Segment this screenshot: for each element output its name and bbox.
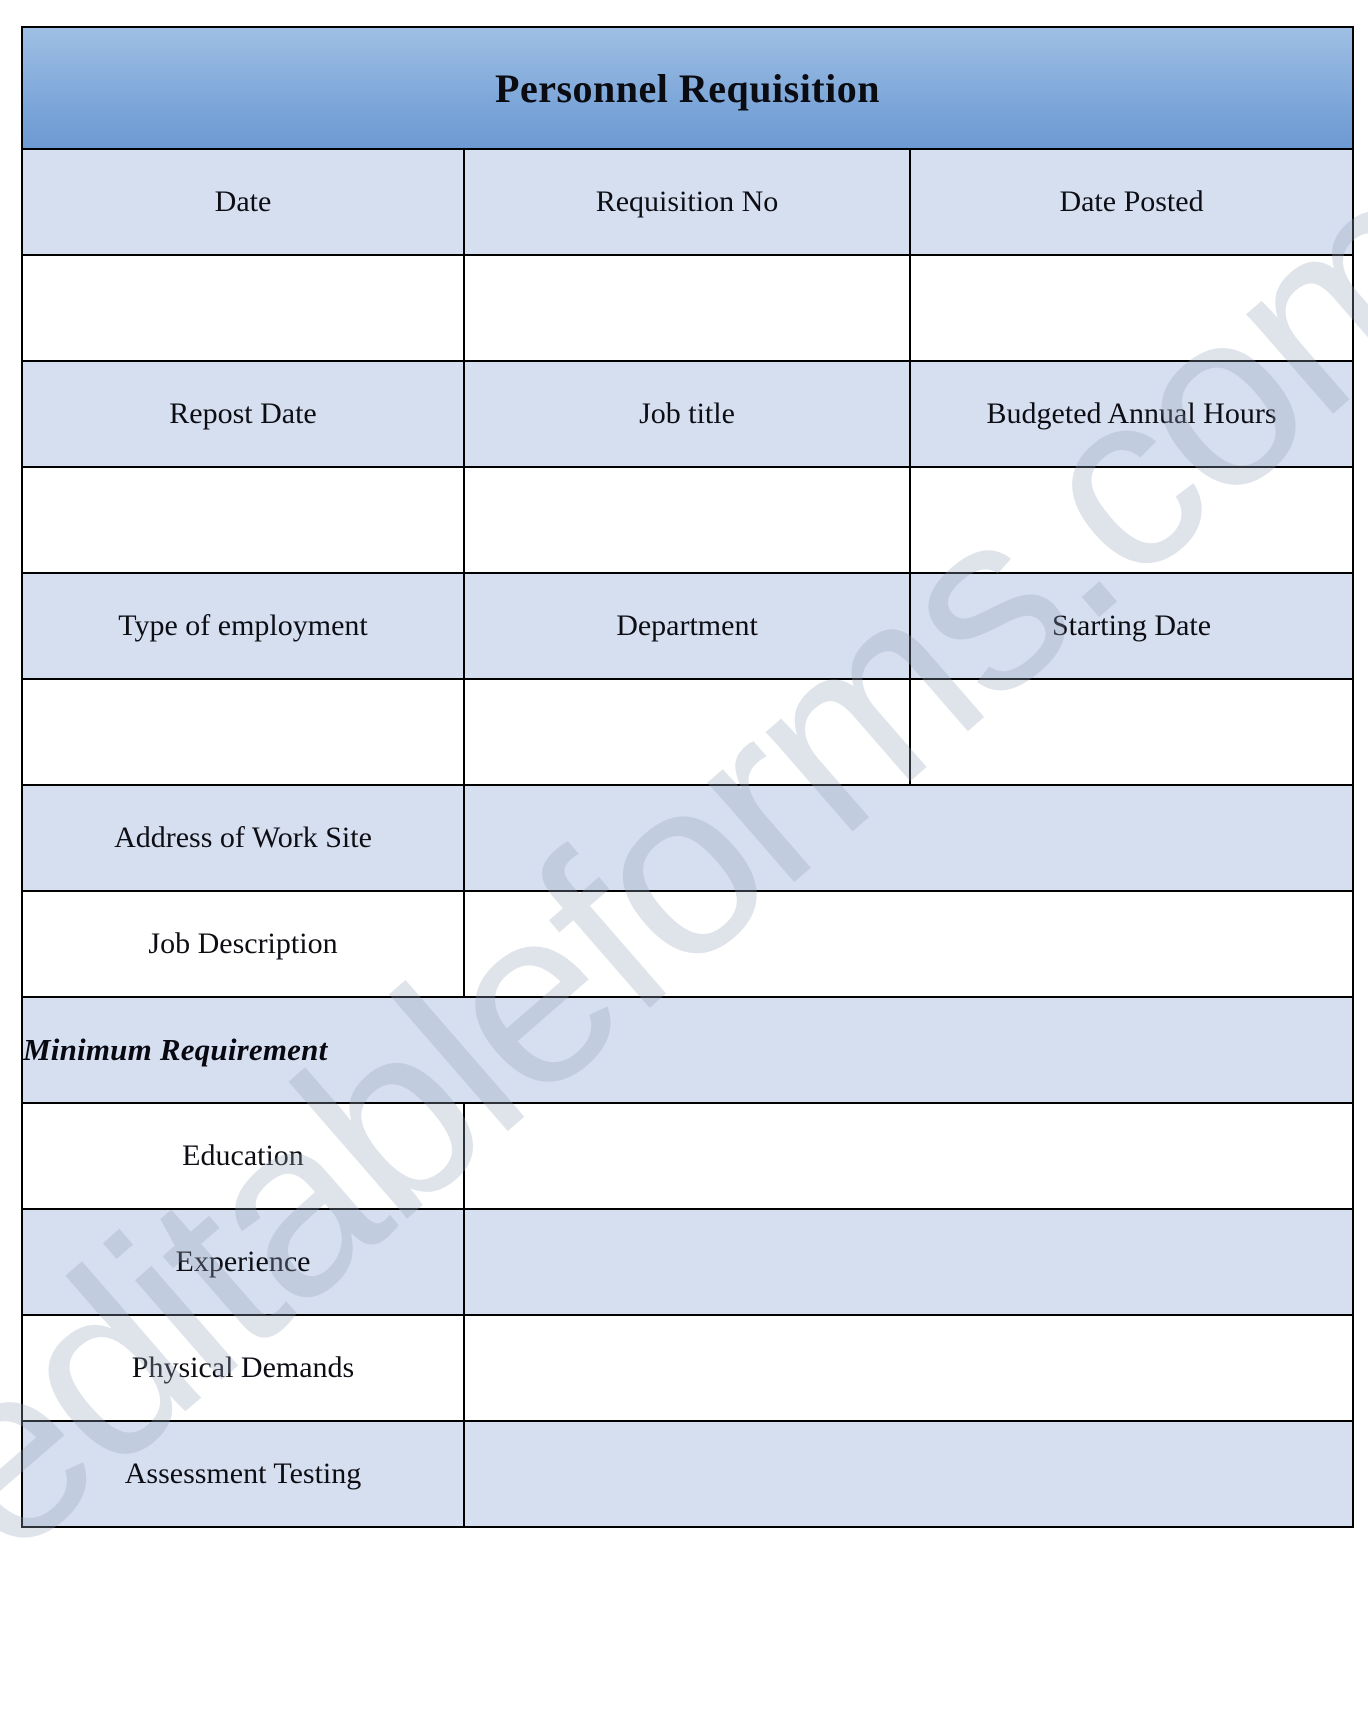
label-education: Education	[21, 1102, 465, 1210]
input-requisition-no[interactable]	[463, 254, 911, 362]
table-row-physical-demands: Physical Demands	[21, 1314, 1355, 1422]
table-row-inputs-1	[21, 254, 1355, 362]
label-date-posted: Date Posted	[908, 148, 1355, 256]
table-row-experience: Experience	[21, 1208, 1355, 1316]
label-physical-demands: Physical Demands	[21, 1314, 465, 1422]
input-date[interactable]	[21, 254, 465, 362]
table-row-title: Personnel Requisition	[20, 26, 1355, 150]
input-job-title[interactable]	[463, 466, 911, 574]
page-title: Personnel Requisition	[495, 65, 880, 111]
personnel-requisition-table: Personnel Requisition Date Requisition N…	[20, 26, 1355, 1528]
input-education[interactable]	[462, 1102, 1355, 1210]
section-heading-minimum-requirement: Minimum Requirement	[20, 996, 1355, 1104]
input-budgeted-annual-hours[interactable]	[908, 466, 1355, 574]
label-job-title: Job title	[463, 360, 911, 468]
label-type-of-employment: Type of employment	[21, 572, 465, 680]
label-experience: Experience	[21, 1208, 465, 1316]
label-budgeted-annual-hours: Budgeted Annual Hours	[908, 360, 1355, 468]
label-repost-date: Repost Date	[21, 360, 465, 468]
table-row-education: Education	[21, 1102, 1355, 1210]
label-assessment-testing: Assessment Testing	[21, 1420, 465, 1528]
table-row-minimum-requirement-heading: Minimum Requirement	[20, 996, 1355, 1104]
table-row-labels-1: Date Requisition No Date Posted	[21, 148, 1355, 256]
table-row-assessment-testing: Assessment Testing	[21, 1420, 1355, 1528]
input-date-posted[interactable]	[908, 254, 1355, 362]
input-physical-demands[interactable]	[462, 1314, 1355, 1422]
input-experience[interactable]	[462, 1208, 1355, 1316]
label-requisition-no: Requisition No	[463, 148, 911, 256]
table-row-address-of-work-site: Address of Work Site	[21, 784, 1355, 892]
input-repost-date[interactable]	[21, 466, 465, 574]
input-assessment-testing[interactable]	[462, 1420, 1355, 1528]
label-department: Department	[463, 572, 911, 680]
title-banner-cell: Personnel Requisition	[20, 26, 1355, 150]
table-row-job-description: Job Description	[21, 890, 1355, 998]
input-job-description[interactable]	[462, 890, 1355, 998]
input-starting-date[interactable]	[908, 678, 1355, 786]
form-page: editableforms.com Personnel Requisition …	[0, 0, 1368, 1728]
label-starting-date: Starting Date	[908, 572, 1355, 680]
input-address-of-work-site[interactable]	[462, 784, 1355, 892]
table-row-inputs-3	[21, 678, 1355, 786]
input-department[interactable]	[463, 678, 911, 786]
label-date: Date	[21, 148, 465, 256]
input-type-of-employment[interactable]	[21, 678, 465, 786]
table-row-inputs-2	[21, 466, 1355, 574]
table-row-labels-2: Repost Date Job title Budgeted Annual Ho…	[21, 360, 1355, 468]
label-job-description: Job Description	[21, 890, 465, 998]
table-row-labels-3: Type of employment Department Starting D…	[21, 572, 1355, 680]
label-address-of-work-site: Address of Work Site	[21, 784, 465, 892]
